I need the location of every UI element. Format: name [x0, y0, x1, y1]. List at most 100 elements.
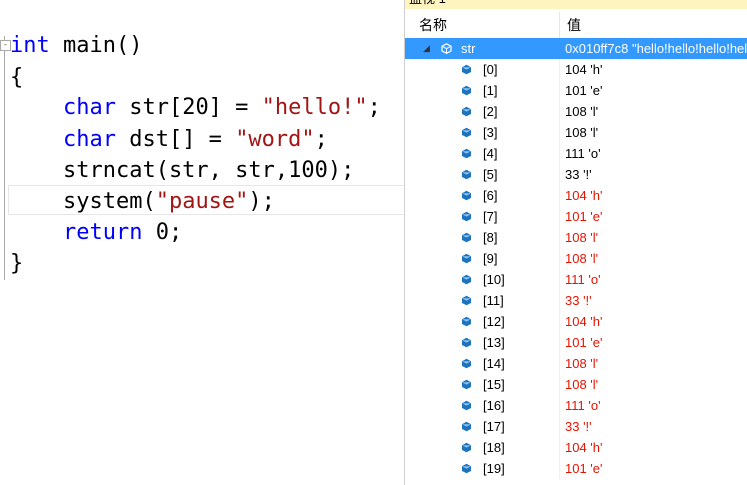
expand-arrow-icon[interactable]: ◢ [423, 38, 430, 59]
field-icon [462, 64, 471, 75]
watch-row-value[interactable]: 0x010ff7c8 "hello!hello!hello!hello!" [565, 38, 747, 59]
watch-row-name: [11] [483, 293, 504, 308]
code-text: dst[] = [115, 127, 236, 152]
watch-row-name: [18] [483, 440, 505, 455]
watch-row[interactable]: [17] 33 '!' [405, 416, 747, 437]
watch-row-value[interactable]: 33 '!' [565, 416, 747, 437]
watch-row-value[interactable]: 108 'l' [565, 101, 747, 122]
field-icon [462, 85, 471, 96]
object-icon [441, 43, 452, 54]
watch-row[interactable]: [3] 108 'l' [405, 122, 747, 143]
watch-row-value[interactable]: 104 'h' [565, 185, 747, 206]
code-text: 0; [142, 220, 183, 245]
watch-row[interactable]: [13] 101 'e' [405, 332, 747, 353]
watch-row-name: [19] [483, 461, 505, 476]
field-icon [462, 232, 471, 243]
field-icon [462, 463, 471, 474]
watch-row-name: str [461, 41, 476, 56]
watch-row-str[interactable]: ◢ str 0x010ff7c8 "hello!hello!hello!hell… [405, 38, 747, 59]
watch-window-title[interactable]: 监视 1 [405, 0, 747, 9]
column-divider [559, 353, 560, 374]
watch-row-value[interactable]: 108 'l' [565, 374, 747, 395]
watch-row[interactable]: [11] 33 '!' [405, 290, 747, 311]
field-icon [462, 316, 471, 327]
watch-row-name: [1] [483, 83, 498, 98]
code-line[interactable]: char str[20] = "hello!"; [10, 92, 381, 123]
watch-row[interactable]: [12] 104 'h' [405, 311, 747, 332]
watch-row-value[interactable]: 104 'h' [565, 311, 747, 332]
code-editor[interactable]: - int main(){ char str[20] = "hello!"; c… [0, 0, 406, 485]
watch-row-value[interactable]: 33 '!' [565, 164, 747, 185]
watch-row-value[interactable]: 108 'l' [565, 248, 747, 269]
code-line[interactable]: system("pause"); [10, 186, 275, 217]
code-keyword: char [62, 95, 116, 120]
watch-row[interactable]: [14] 108 'l' [405, 353, 747, 374]
column-divider [559, 143, 560, 164]
watch-row[interactable]: [4] 111 'o' [405, 143, 747, 164]
watch-row-value[interactable]: 111 'o' [565, 269, 747, 290]
field-icon [462, 169, 471, 180]
watch-row-value[interactable]: 111 'o' [565, 143, 747, 164]
field-icon [462, 442, 471, 453]
code-line[interactable]: return 0; [10, 217, 182, 248]
watch-row-name: [3] [483, 125, 498, 140]
watch-row-name: [14] [483, 356, 505, 371]
watch-row[interactable]: [5] 33 '!' [405, 164, 747, 185]
watch-row[interactable]: [16] 111 'o' [405, 395, 747, 416]
watch-row-value[interactable]: 111 'o' [565, 395, 747, 416]
watch-row-value[interactable]: 101 'e' [565, 206, 747, 227]
watch-row[interactable]: [2] 108 'l' [405, 101, 747, 122]
field-icon [462, 190, 471, 201]
watch-row[interactable]: [10] 111 'o' [405, 269, 747, 290]
watch-row[interactable]: [7] 101 'e' [405, 206, 747, 227]
field-icon [462, 274, 471, 285]
watch-row[interactable]: [6] 104 'h' [405, 185, 747, 206]
watch-row-value[interactable]: 108 'l' [565, 227, 747, 248]
watch-row[interactable]: [0] 104 'h' [405, 59, 747, 80]
field-icon [462, 253, 471, 264]
column-header-name[interactable]: 名称 [419, 12, 447, 38]
column-header-value[interactable]: 值 [567, 12, 581, 38]
watch-row-value[interactable]: 101 'e' [565, 80, 747, 101]
code-line[interactable]: char dst[] = "word"; [10, 124, 328, 155]
field-icon [462, 421, 471, 432]
watch-row-value[interactable]: 108 'l' [565, 353, 747, 374]
watch-row[interactable]: [1] 101 'e' [405, 80, 747, 101]
watch-row-value[interactable]: 104 'h' [565, 59, 747, 80]
watch-window: 监视 1 名称 值 ◢ str 0x010ff7c8 "hello!hello!… [404, 0, 747, 485]
watch-row-value[interactable]: 108 'l' [565, 122, 747, 143]
code-line[interactable]: { [10, 62, 23, 93]
field-icon [462, 106, 471, 117]
code-line[interactable]: } [10, 248, 23, 279]
code-text: ); [248, 189, 275, 214]
column-divider [559, 332, 560, 353]
watch-row-name: [2] [483, 104, 498, 119]
watch-row[interactable]: [19] 101 'e' [405, 458, 747, 479]
code-string: "word" [235, 127, 315, 152]
watch-row-value[interactable]: 101 'e' [565, 458, 747, 479]
column-separator[interactable] [559, 12, 560, 38]
watch-row-name: [7] [483, 209, 498, 224]
column-divider [559, 164, 560, 185]
field-icon [462, 337, 471, 348]
field-icon [462, 379, 471, 390]
column-divider [559, 374, 560, 395]
code-line[interactable]: int main() [10, 30, 142, 61]
column-divider [559, 311, 560, 332]
watch-row[interactable]: [9] 108 'l' [405, 248, 747, 269]
watch-row-value[interactable]: 33 '!' [565, 290, 747, 311]
watch-row[interactable]: [8] 108 'l' [405, 227, 747, 248]
watch-row-name: [0] [483, 62, 498, 77]
column-divider [559, 437, 560, 458]
watch-row-value[interactable]: 101 'e' [565, 332, 747, 353]
column-divider [559, 290, 560, 311]
code-line[interactable]: strncat(str, str,100); [10, 155, 354, 186]
field-icon [462, 358, 471, 369]
column-divider [559, 248, 560, 269]
watch-row[interactable]: [18] 104 'h' [405, 437, 747, 458]
field-icon [462, 295, 471, 306]
watch-row[interactable]: [15] 108 'l' [405, 374, 747, 395]
watch-row-value[interactable]: 104 'h' [565, 437, 747, 458]
column-divider [559, 227, 560, 248]
